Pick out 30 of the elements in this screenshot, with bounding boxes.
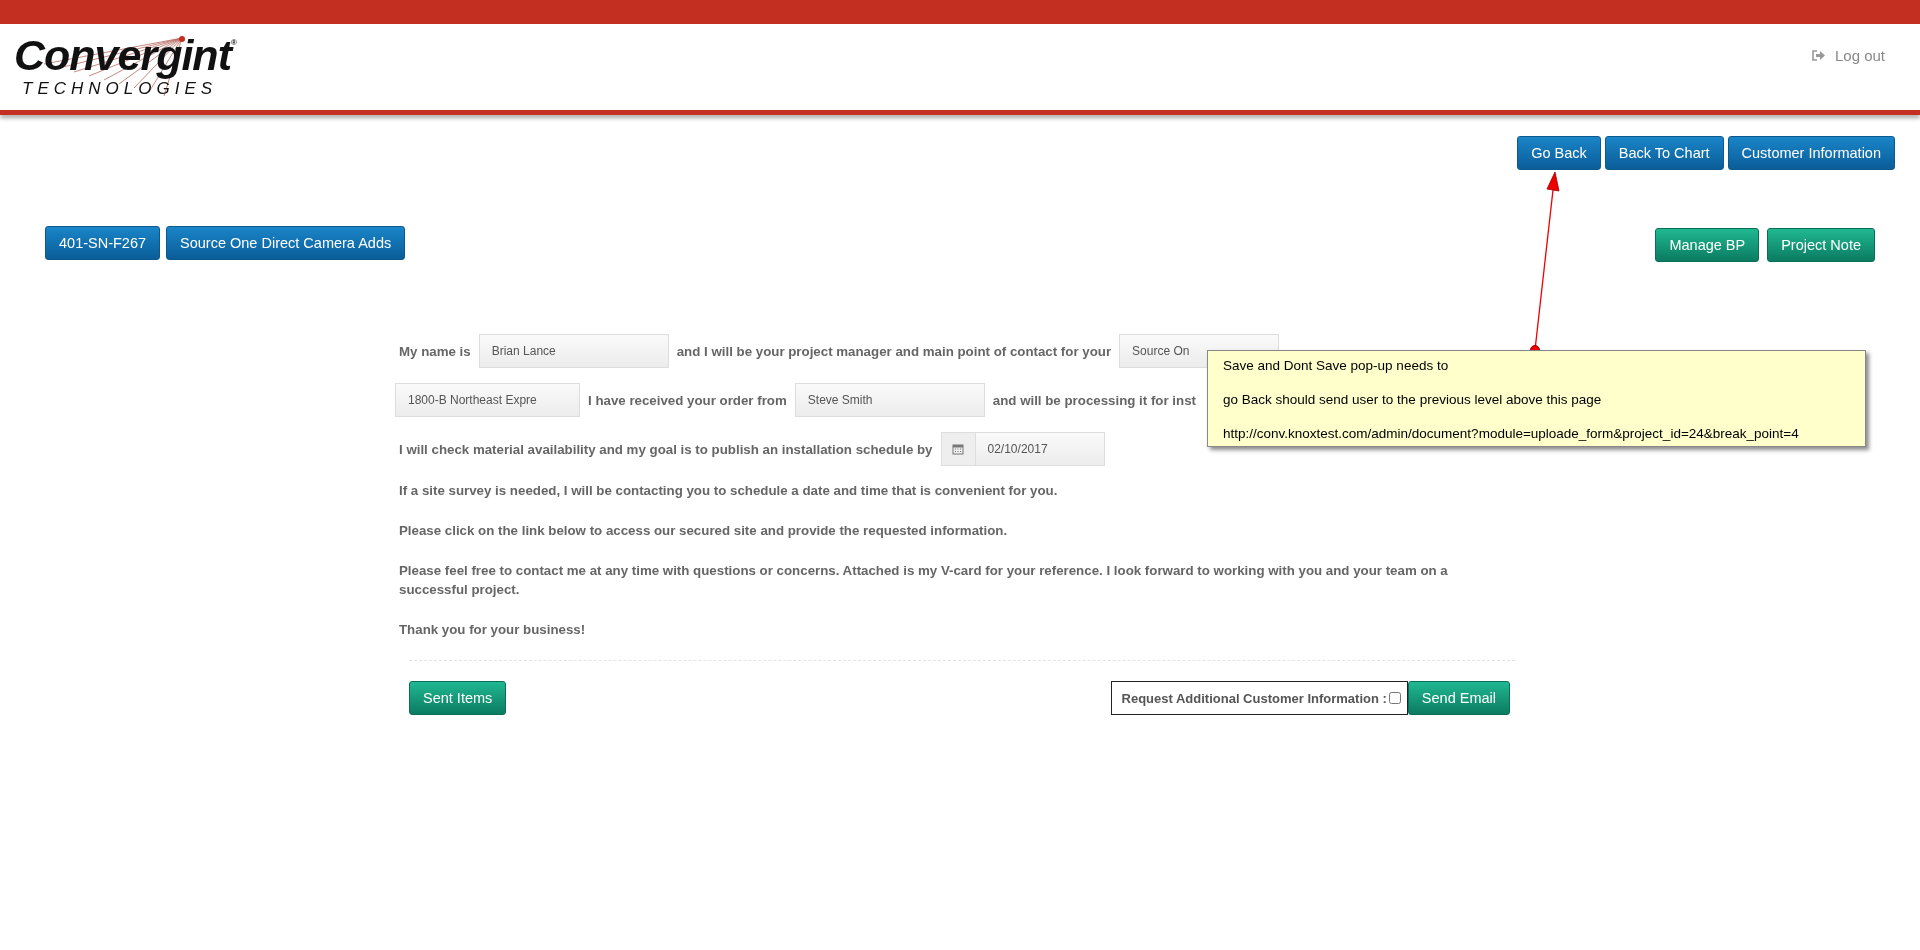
letter-text: and will be processing it for inst xyxy=(992,392,1196,408)
letter-paragraph: If a site survey is needed, I will be contacting you to schedule a date and time that is convenient for you. xyxy=(399,482,1059,500)
company-logo: Convergint® TECHNOLOGIES xyxy=(14,30,238,100)
letter-paragraph: Please feel free to contact me at any time with questions or concerns. Attached is my V-card for your reference. I look forward to working with you and your team on a successful project. xyxy=(399,562,1449,599)
logout-link[interactable]: Log out xyxy=(1811,46,1885,64)
letter-text: I have received your order from xyxy=(588,392,787,408)
input-field[interactable]: 1800-B Northeast Expre xyxy=(395,383,580,417)
sign-out-icon xyxy=(1811,49,1825,61)
calendar-icon[interactable] xyxy=(940,432,975,466)
nav-button[interactable]: Go Back xyxy=(1517,136,1601,170)
send-email-button[interactable]: Send Email xyxy=(1407,681,1510,715)
note-text: http://conv.knoxtest.com/admin/document?module=uploade_form&project_id=24&break_point=4 xyxy=(1223,425,1800,443)
project-button[interactable]: 401-SN-F267 xyxy=(45,226,161,260)
action-button[interactable]: Manage BP xyxy=(1655,228,1760,262)
letter-text: and I will be your project manager and main point of contact for your xyxy=(676,343,1112,359)
project-button[interactable]: Source One Direct Camera Adds xyxy=(166,226,406,260)
letter-text: My name is xyxy=(399,343,471,359)
action-button[interactable]: Project Note xyxy=(1767,228,1875,262)
input-field[interactable]: Steve Smith xyxy=(794,383,985,417)
letter-paragraph: Please click on the link below to access our secured site and provide the requested information. xyxy=(399,522,1009,540)
checkbox[interactable] xyxy=(1388,692,1401,704)
letter-text: I will check material availability and my goal is to publish an installation schedule by xyxy=(399,441,933,457)
date-field[interactable]: 02/10/2017 xyxy=(974,432,1105,466)
nav-button[interactable]: Customer Information xyxy=(1727,136,1895,170)
letter-paragraph: Thank you for your business! xyxy=(399,621,587,639)
sent-items-button[interactable]: Sent Items xyxy=(409,681,507,715)
input-field[interactable]: Brian Lance xyxy=(478,334,669,368)
nav-button[interactable]: Back To Chart xyxy=(1604,136,1724,170)
note-text: go Back should send user to the previous level above this page xyxy=(1223,391,1603,409)
request-info-checkbox[interactable]: Request Additional Customer Information : xyxy=(1110,681,1408,715)
